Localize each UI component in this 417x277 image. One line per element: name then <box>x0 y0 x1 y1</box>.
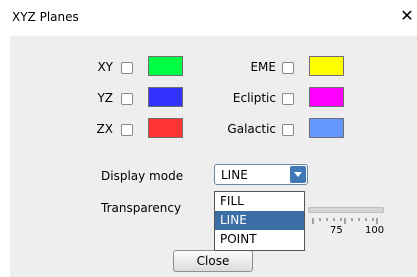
display-mode-options: FILL LINE POINT <box>214 191 305 251</box>
plane-label-xy: XY <box>97 60 113 74</box>
color-swatch-ecliptic[interactable] <box>309 87 344 107</box>
option-line[interactable]: LINE <box>215 211 304 230</box>
option-point[interactable]: POINT <box>215 230 304 249</box>
transparency-label: Transparency <box>101 201 182 215</box>
display-mode-label: Display mode <box>101 169 184 183</box>
checkbox-galactic[interactable] <box>282 124 294 136</box>
plane-label-ecliptic: Ecliptic <box>232 91 276 105</box>
color-swatch-eme[interactable] <box>309 56 344 76</box>
checkbox-xy[interactable] <box>121 62 133 74</box>
chevron-down-icon[interactable] <box>290 166 306 183</box>
transparency-slider[interactable] <box>308 207 384 213</box>
slider-tick-label-75: 75 <box>330 225 343 236</box>
slider-tick-label-100: 100 <box>365 225 385 236</box>
option-fill[interactable]: FILL <box>215 192 304 211</box>
plane-label-eme: EME <box>250 60 276 74</box>
close-icon[interactable]: ✕ <box>398 6 416 26</box>
color-swatch-xy[interactable] <box>148 56 183 76</box>
color-swatch-zx[interactable] <box>148 118 183 138</box>
close-button[interactable]: Close <box>173 250 253 272</box>
checkbox-ecliptic[interactable] <box>282 93 294 105</box>
checkbox-yz[interactable] <box>121 93 133 105</box>
title-bar: XYZ Planes ✕ <box>0 0 417 36</box>
display-mode-dropdown[interactable]: LINE <box>214 164 308 185</box>
color-swatch-yz[interactable] <box>148 87 183 107</box>
plane-label-galactic: Galactic <box>227 122 276 136</box>
checkbox-eme[interactable] <box>282 62 294 74</box>
color-swatch-galactic[interactable] <box>309 118 344 138</box>
plane-label-yz: YZ <box>97 91 113 105</box>
window-title: XYZ Planes <box>12 10 79 24</box>
checkbox-zx[interactable] <box>121 124 133 136</box>
plane-label-zx: ZX <box>96 122 113 136</box>
display-mode-value: LINE <box>221 168 248 182</box>
